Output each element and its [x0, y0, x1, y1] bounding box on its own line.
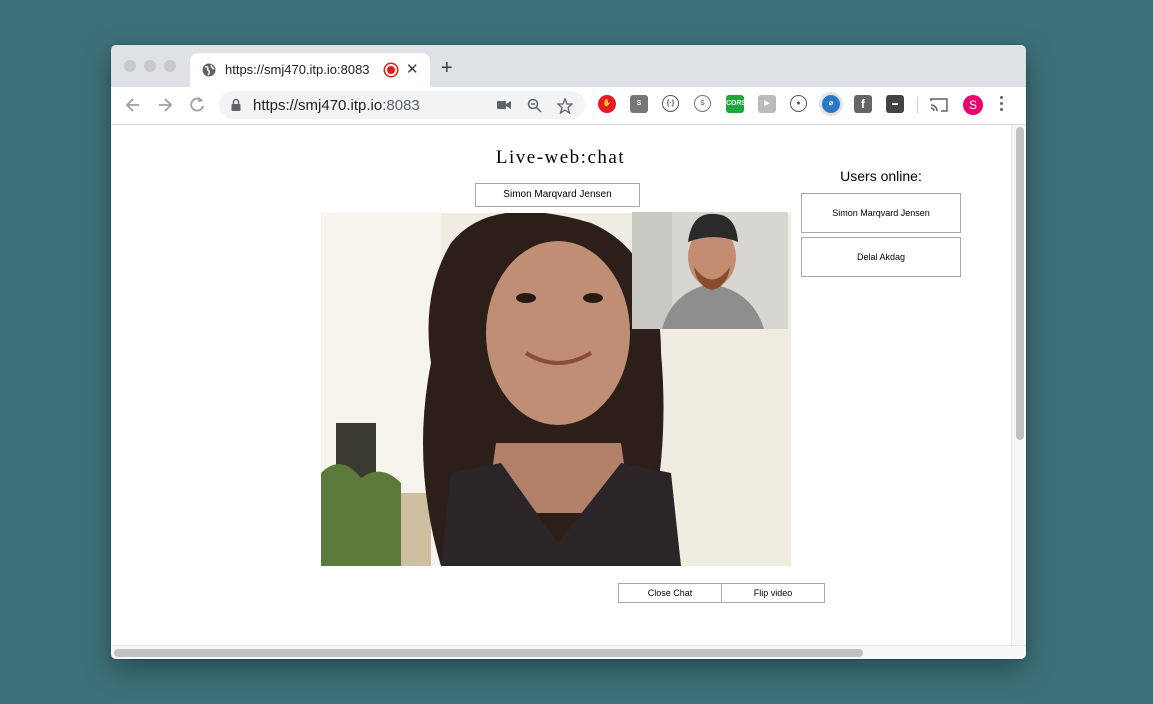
minimize-window-button[interactable] [144, 60, 156, 72]
browser-window: https://smj470.itp.io:8083 ✕ + https://s… [111, 45, 1026, 659]
zoom-icon[interactable] [527, 98, 542, 113]
toolbar-divider [917, 97, 918, 113]
user-item[interactable]: Delal Akdag [801, 237, 961, 277]
browser-tab[interactable]: https://smj470.itp.io:8083 ✕ [190, 53, 430, 87]
page-viewport: Live-web:chat Simon Marqvard Jensen User… [111, 125, 1011, 645]
video-ext-icon[interactable]: ▶ [758, 95, 776, 113]
drop-icon[interactable]: ● [790, 95, 807, 112]
cast-icon[interactable] [930, 97, 948, 112]
recording-icon [385, 64, 397, 76]
browser-toolbar: https://smj470.itp.io:8083 ✋ S {·} S COR… [111, 87, 1026, 125]
local-video-frame [632, 212, 788, 329]
star-icon[interactable] [557, 98, 573, 114]
tab-strip: https://smj470.itp.io:8083 ✕ + [111, 45, 1026, 87]
url-port: :8083 [382, 97, 420, 114]
username-display[interactable]: Simon Marqvard Jensen [475, 183, 640, 207]
globe-icon [202, 63, 216, 77]
facebook-icon[interactable]: f [854, 95, 872, 113]
new-tab-button[interactable]: + [441, 58, 453, 78]
compass-icon[interactable]: ⌀ [822, 95, 840, 113]
s-extension-icon[interactable]: S [630, 95, 648, 113]
maximize-window-button[interactable] [164, 60, 176, 72]
close-chat-button[interactable]: Close Chat [618, 583, 722, 603]
stop-hand-icon[interactable]: ✋ [598, 95, 616, 113]
url-text: https://smj470.itp.io:8083 [253, 97, 420, 114]
flip-video-button[interactable]: Flip video [721, 583, 825, 603]
local-video[interactable] [632, 212, 788, 329]
forward-icon[interactable] [155, 95, 175, 115]
close-window-button[interactable] [124, 60, 136, 72]
horizontal-scrollbar[interactable] [111, 645, 1026, 659]
vertical-scroll-thumb[interactable] [1016, 127, 1024, 440]
page-title: Live-web:chat [495, 147, 626, 168]
address-bar[interactable]: https://smj470.itp.io:8083 [219, 91, 585, 119]
vertical-scrollbar[interactable] [1011, 125, 1026, 645]
users-online-title: Users online: [840, 168, 922, 184]
horizontal-scroll-thumb[interactable] [114, 649, 863, 657]
jira-icon[interactable]: ▬ [886, 95, 904, 113]
menu-icon[interactable] [1000, 96, 1004, 114]
skype-icon[interactable]: S [694, 95, 711, 112]
tab-close-icon[interactable]: ✕ [406, 60, 419, 78]
lock-icon [231, 98, 241, 111]
url-host: https://smj470.itp.io [253, 97, 383, 114]
reload-icon[interactable] [187, 95, 207, 115]
profile-avatar[interactable]: S [963, 95, 983, 115]
camera-icon[interactable] [496, 98, 512, 112]
back-icon[interactable] [123, 95, 143, 115]
user-item[interactable]: Simon Marqvard Jensen [801, 193, 961, 233]
brackets-icon[interactable]: {·} [662, 95, 679, 112]
tab-title: https://smj470.itp.io:8083 [225, 62, 370, 77]
cors-icon[interactable]: CORS [726, 95, 746, 113]
